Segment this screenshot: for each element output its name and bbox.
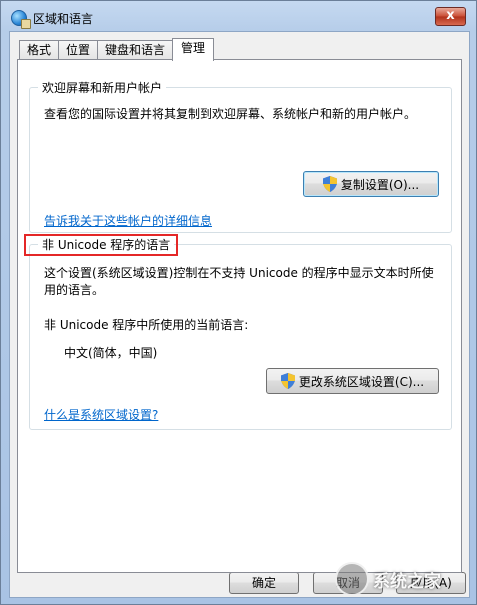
title-bar[interactable]: 区域和语言 x — [1, 1, 476, 35]
non-unicode-description-line2: 用的语言。 — [44, 283, 105, 297]
watermark-text: 系统之家 — [373, 571, 441, 592]
close-icon: x — [446, 8, 455, 23]
tab-administrative[interactable]: 管理 — [172, 38, 215, 61]
non-unicode-group: 非 Unicode 程序的语言 这个设置(系统区域设置)控制在不支持 Unico… — [29, 236, 452, 430]
change-system-locale-button[interactable]: 更改系统区域设置(C)... — [266, 368, 439, 394]
current-language-value: 中文(简体，中国) — [64, 346, 158, 360]
tab-strip: 格式 位置 键盘和语言 管理 — [19, 38, 215, 61]
non-unicode-description-line1: 这个设置(系统区域设置)控制在不支持 Unicode 的程序中显示文本时所使 — [44, 266, 434, 280]
uac-shield-icon — [322, 176, 337, 192]
welcome-description: 查看您的国际设置并将其复制到欢迎屏幕、系统帐户和新的用户帐户。 — [44, 107, 417, 121]
globe-icon — [11, 10, 31, 29]
window-title: 区域和语言 — [33, 12, 94, 26]
close-button[interactable]: x — [435, 7, 466, 26]
copy-settings-label: 复制设置(O)... — [340, 177, 420, 192]
red-highlight-box — [24, 234, 178, 256]
welcome-accounts-link[interactable]: 告诉我关于这些帐户的详细信息 — [44, 212, 212, 229]
change-system-locale-label: 更改系统区域设置(C)... — [298, 374, 425, 389]
watermark: 系统之家 — [335, 560, 471, 598]
welcome-group-legend: 欢迎屏幕和新用户帐户 — [38, 79, 167, 96]
dialog-window: 区域和语言 x 格式 位置 键盘和语言 管理 欢迎屏幕和新用户帐户 查看您的国际… — [0, 0, 477, 605]
tab-keyboards-languages[interactable]: 键盘和语言 — [97, 40, 174, 60]
dialog-client-area: 格式 位置 键盘和语言 管理 欢迎屏幕和新用户帐户 查看您的国际设置并将其复制到… — [9, 31, 470, 598]
watermark-logo-icon — [335, 562, 369, 596]
current-language-label: 非 Unicode 程序中所使用的当前语言: — [44, 318, 249, 332]
copy-settings-button[interactable]: 复制设置(O)... — [303, 171, 439, 197]
tab-location[interactable]: 位置 — [58, 40, 99, 60]
tab-panel-administrative: 欢迎屏幕和新用户帐户 查看您的国际设置并将其复制到欢迎屏幕、系统帐户和新的用户帐… — [17, 59, 462, 573]
ok-button[interactable]: 确定 — [229, 572, 299, 594]
welcome-screen-group: 欢迎屏幕和新用户帐户 查看您的国际设置并将其复制到欢迎屏幕、系统帐户和新的用户帐… — [29, 79, 452, 233]
system-locale-help-link[interactable]: 什么是系统区域设置? — [44, 406, 158, 423]
uac-shield-icon — [280, 373, 295, 389]
tab-formats[interactable]: 格式 — [19, 40, 60, 60]
